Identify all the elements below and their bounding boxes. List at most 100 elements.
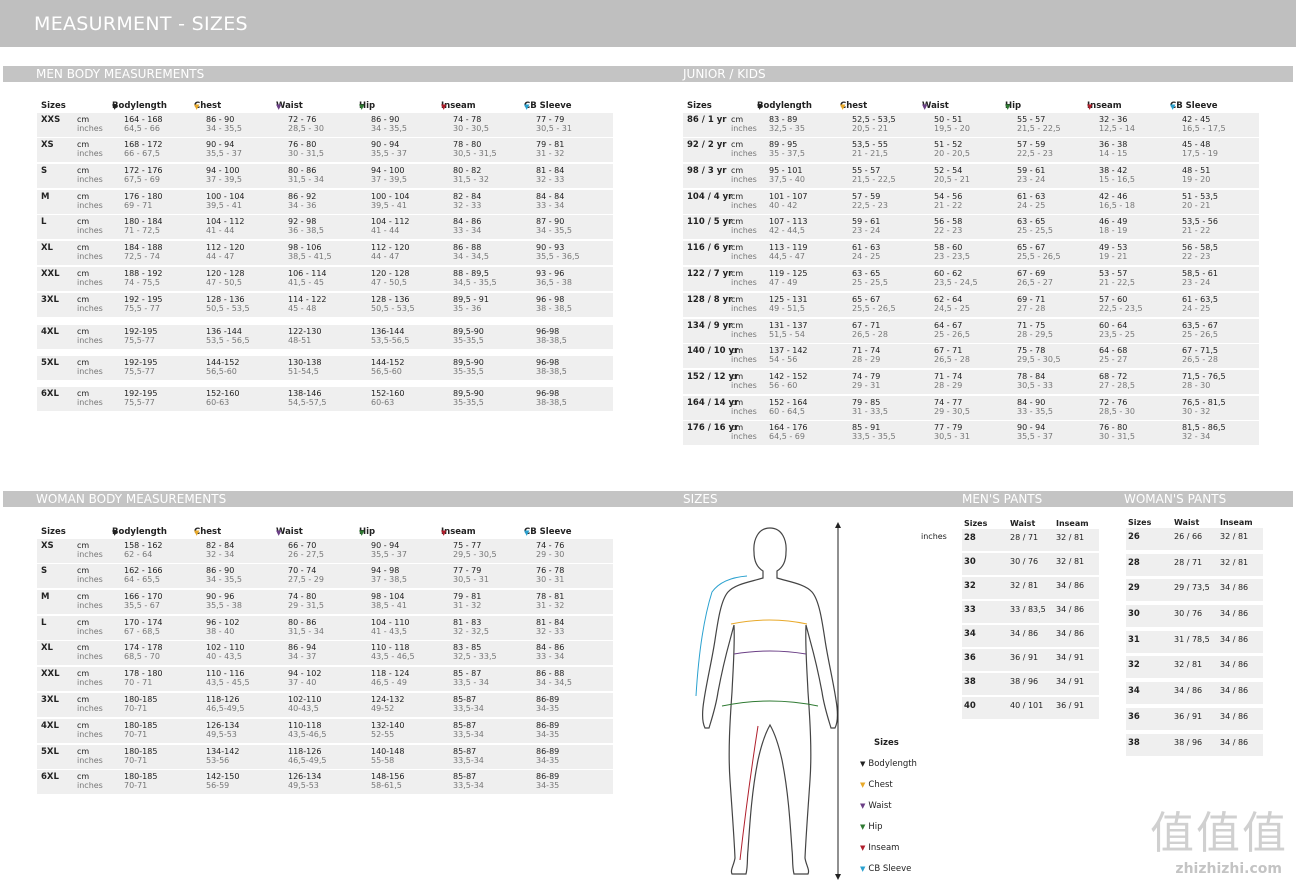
- table-row: 164 / 14 yr cm inches 152 - 164 60 - 64,5 79 …: [683, 396, 1259, 420]
- waist-marker-icon: ▼: [276, 103, 282, 111]
- value-inches: 35 - 37,5: [769, 149, 805, 158]
- pants-row: 30 30 / 76 34 / 86: [1126, 605, 1263, 627]
- value-cm: 152-160: [371, 389, 405, 398]
- value-inches: 38-38,5: [536, 367, 567, 376]
- value-inches: 41 - 44: [206, 226, 235, 235]
- value-cm: 50 - 51: [934, 115, 963, 124]
- value-cm: 120 - 128: [371, 269, 410, 278]
- value-inches: 36 - 38,5: [288, 226, 324, 235]
- pants-waist: 29 / 73,5: [1174, 583, 1210, 592]
- value-cm: 54 - 56: [934, 192, 963, 201]
- womans-pants-section-header: WOMAN'S PANTS: [1091, 491, 1293, 507]
- value-inches: 29,5 - 30,5: [1017, 355, 1061, 364]
- value-cm: 164 - 176: [769, 423, 808, 432]
- value-cm: 192 - 195: [124, 295, 163, 304]
- value-inches: 33,5 - 35,5: [852, 432, 896, 441]
- unit-inches: inches: [77, 756, 103, 765]
- value-inches: 67,5 - 69: [124, 175, 160, 184]
- value-cm: 148-156: [371, 772, 405, 781]
- waist-marker-icon: ▼: [276, 529, 282, 537]
- header-hip: ▼ Hip: [359, 527, 376, 537]
- value-cm: 90 - 96: [206, 592, 235, 601]
- value-cm: 48 - 51: [1182, 166, 1211, 175]
- value-inches: 34 - 34,5: [536, 678, 572, 687]
- value-inches: 30 - 31,5: [288, 149, 324, 158]
- value-inches: 31,5 - 34: [288, 627, 324, 636]
- value-cm: 81 - 83: [453, 618, 482, 627]
- value-inches: 68,5 - 70: [124, 652, 160, 661]
- table-row: 104 / 4 yr cm inches 101 - 107 40 - 42 57 - 5…: [683, 190, 1259, 214]
- value-inches: 35-35,5: [453, 336, 484, 345]
- value-inches: 28 - 29: [852, 355, 881, 364]
- value-cm: 76 - 80: [1099, 423, 1128, 432]
- value-inches: 30,5 - 33: [1017, 381, 1053, 390]
- value-inches: 50,5 - 53,5: [371, 304, 415, 313]
- unit-inches: inches: [731, 124, 757, 133]
- pants-row: 34 34 / 86 34 / 86: [962, 625, 1099, 647]
- value-inches: 70-71: [124, 730, 148, 739]
- unit-cm: cm: [731, 346, 744, 355]
- value-cm: 82 - 84: [453, 192, 482, 201]
- value-cm: 110 - 118: [371, 643, 410, 652]
- unit-inches: inches: [77, 175, 103, 184]
- value-inches: 49,5-53: [206, 730, 237, 739]
- unit-inches: inches: [77, 278, 103, 287]
- value-inches: 28 - 29: [934, 381, 963, 390]
- value-inches: 25,5 - 26,5: [852, 304, 896, 313]
- value-cm: 85 - 91: [852, 423, 881, 432]
- table-header-row: Sizes ▼ Bodylength ▼ Chest ▼ Waist ▼ Hip ▼ Inseam ▼…: [37, 525, 613, 539]
- pants-size: 34: [964, 629, 976, 639]
- value-cm: 104 - 112: [206, 217, 245, 226]
- value-cm: 58 - 60: [934, 243, 963, 252]
- value-inches: 56,5-60: [206, 367, 237, 376]
- pants-waist: 34 / 86: [1174, 686, 1203, 695]
- table-row: 6XL cm inches 180-185 70-71 142-150 56-59 126-1…: [37, 770, 613, 794]
- value-cm: 120 - 128: [206, 269, 245, 278]
- value-cm: 36 - 38: [1099, 140, 1128, 149]
- value-cm: 118-126: [206, 695, 240, 704]
- header-chest: ▼ Chest: [194, 101, 222, 111]
- value-inches: 26,5 - 27: [1017, 278, 1053, 287]
- value-inches: 72,5 - 74: [124, 252, 160, 261]
- value-cm: 69 - 71: [1017, 295, 1046, 304]
- value-cm: 76 - 80: [288, 140, 317, 149]
- value-cm: 67 - 71: [852, 321, 881, 330]
- value-inches: 33,5-34: [453, 704, 484, 713]
- value-inches: 55-58: [371, 756, 395, 765]
- value-inches: 24 - 25: [1182, 304, 1211, 313]
- value-inches: 34 - 35,5: [206, 575, 242, 584]
- value-inches: 30,5 - 31: [934, 432, 970, 441]
- unit-inches: inches: [77, 226, 103, 235]
- watermark-url: zhizhizhi.com: [1175, 861, 1282, 877]
- value-cm: 56 - 58,5: [1182, 243, 1218, 252]
- value-cm: 180-185: [124, 695, 158, 704]
- pants-header-sizes: Sizes: [1128, 518, 1152, 527]
- value-cm: 87 - 90: [536, 217, 565, 226]
- pants-size: 31: [1128, 635, 1140, 645]
- value-cm: 131 - 137: [769, 321, 808, 330]
- pants-size: 28: [1128, 558, 1140, 568]
- header-bodylength: ▼ Bodylength: [112, 527, 167, 537]
- value-inches: 23 - 24: [852, 226, 881, 235]
- unit-inches: inches: [77, 781, 103, 790]
- value-inches: 33,5-34: [453, 781, 484, 790]
- value-inches: 48-51: [288, 336, 312, 345]
- value-inches: 21,5 - 22,5: [852, 175, 896, 184]
- value-cm: 51 - 53,5: [1182, 192, 1218, 201]
- value-inches: 35,5 - 37: [1017, 432, 1053, 441]
- value-inches: 29 - 31: [852, 381, 881, 390]
- value-cm: 74 - 79: [852, 372, 881, 381]
- table-row: 6XL cm inches 192-195 75,5-77 152-160 60-63 138…: [37, 387, 613, 411]
- unit-inches: inches: [77, 704, 103, 713]
- unit-cm: cm: [77, 669, 90, 678]
- value-cm: 110-118: [288, 721, 322, 730]
- value-inches: 46,5-49,5: [206, 704, 245, 713]
- unit-cm: cm: [731, 372, 744, 381]
- value-inches: 28,5 - 30: [1099, 407, 1135, 416]
- value-inches: 19 - 21: [1099, 252, 1128, 261]
- value-inches: 32 - 33: [536, 627, 565, 636]
- size-label: 6XL: [41, 772, 59, 782]
- unit-cm: cm: [731, 166, 744, 175]
- value-inches: 56-59: [206, 781, 230, 790]
- value-inches: 70 - 71: [124, 678, 153, 687]
